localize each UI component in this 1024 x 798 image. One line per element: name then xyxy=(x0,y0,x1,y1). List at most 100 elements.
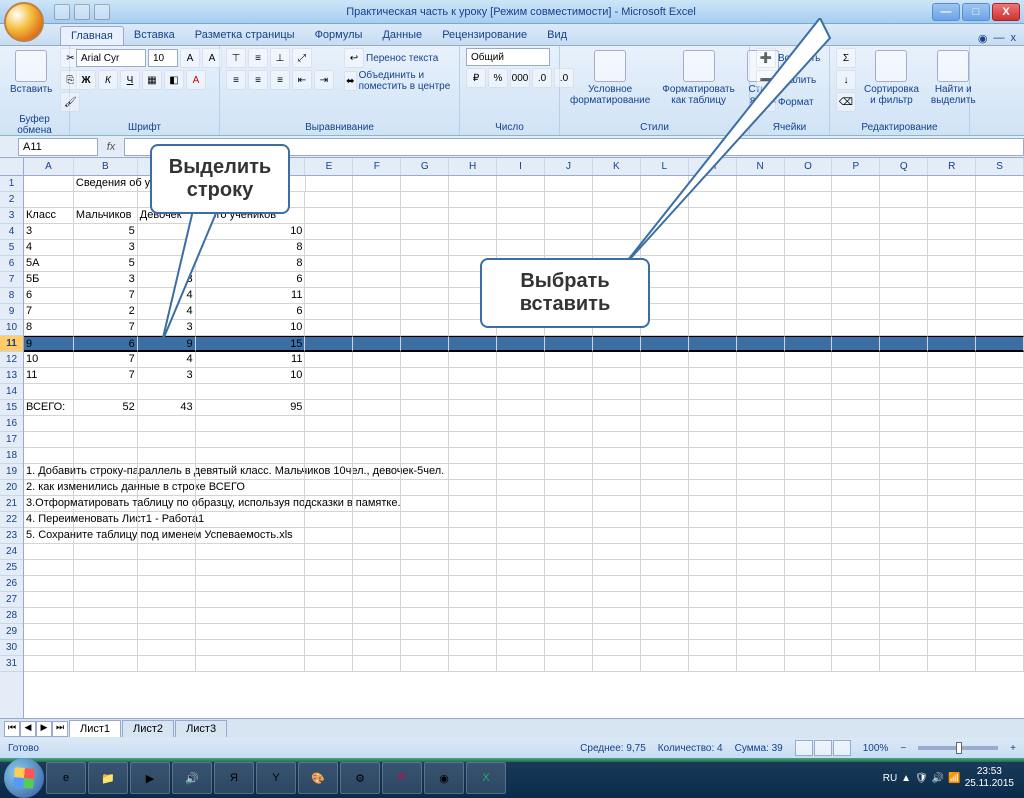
increase-decimal-icon[interactable]: .0 xyxy=(532,68,552,88)
align-left-icon[interactable]: ≡ xyxy=(226,70,246,90)
row-header[interactable]: 30 xyxy=(0,640,23,656)
cell[interactable] xyxy=(401,448,449,464)
start-button[interactable] xyxy=(4,758,44,798)
cell[interactable] xyxy=(976,416,1024,432)
cell[interactable] xyxy=(928,336,976,352)
cell[interactable] xyxy=(401,224,449,240)
font-color-icon[interactable]: A xyxy=(186,70,206,90)
cell[interactable] xyxy=(74,640,138,656)
row-header[interactable]: 26 xyxy=(0,576,23,592)
cell[interactable] xyxy=(305,208,353,224)
cell[interactable] xyxy=(24,432,74,448)
cell[interactable] xyxy=(785,576,833,592)
cell[interactable] xyxy=(832,640,880,656)
cell[interactable] xyxy=(353,576,401,592)
cell[interactable] xyxy=(353,432,401,448)
cell[interactable] xyxy=(138,480,196,496)
cell[interactable] xyxy=(305,368,353,384)
cell[interactable] xyxy=(785,608,833,624)
cell[interactable]: 9 xyxy=(24,336,74,352)
window-close-icon[interactable]: x xyxy=(1011,32,1017,45)
cell[interactable] xyxy=(545,544,593,560)
cell[interactable] xyxy=(353,208,401,224)
cell[interactable] xyxy=(928,544,976,560)
cell[interactable] xyxy=(928,320,976,336)
cell[interactable] xyxy=(353,496,401,512)
align-right-icon[interactable]: ≡ xyxy=(270,70,290,90)
cell[interactable] xyxy=(689,528,737,544)
cell[interactable] xyxy=(737,352,785,368)
cell[interactable] xyxy=(497,656,545,672)
cell[interactable] xyxy=(832,352,880,368)
row-header[interactable]: 19 xyxy=(0,464,23,480)
cell[interactable]: Сведения об учениках, xyxy=(74,176,138,192)
cell[interactable] xyxy=(928,224,976,240)
cell[interactable] xyxy=(785,432,833,448)
row-header[interactable]: 1 xyxy=(0,176,23,192)
align-top-icon[interactable]: ⊤ xyxy=(226,48,246,68)
cell[interactable] xyxy=(449,352,497,368)
fx-icon[interactable]: fx xyxy=(102,138,120,156)
cell[interactable] xyxy=(880,224,928,240)
indent-dec-icon[interactable]: ⇤ xyxy=(292,70,312,90)
cell[interactable] xyxy=(353,272,401,288)
cell[interactable] xyxy=(305,400,353,416)
tab-Рецензирование[interactable]: Рецензирование xyxy=(432,26,537,45)
cell[interactable]: 7 xyxy=(74,352,138,368)
cell[interactable] xyxy=(138,656,196,672)
cell[interactable] xyxy=(305,464,353,480)
cell[interactable] xyxy=(880,416,928,432)
currency-icon[interactable]: ₽ xyxy=(466,68,486,88)
cell[interactable] xyxy=(880,272,928,288)
cell[interactable] xyxy=(401,384,449,400)
cell[interactable] xyxy=(449,176,497,192)
cell[interactable] xyxy=(689,576,737,592)
cell[interactable] xyxy=(449,400,497,416)
cell[interactable] xyxy=(689,368,737,384)
fill-color-icon[interactable]: ◧ xyxy=(164,70,184,90)
cell[interactable] xyxy=(976,624,1024,640)
cell[interactable] xyxy=(928,560,976,576)
cell[interactable] xyxy=(449,640,497,656)
cell[interactable] xyxy=(353,384,401,400)
cell[interactable] xyxy=(928,464,976,480)
cell[interactable] xyxy=(24,640,74,656)
cell[interactable] xyxy=(305,288,353,304)
cell[interactable] xyxy=(545,240,593,256)
cell[interactable] xyxy=(196,576,306,592)
cell[interactable] xyxy=(976,608,1024,624)
cell[interactable] xyxy=(880,384,928,400)
cell[interactable] xyxy=(449,336,497,352)
cell[interactable] xyxy=(832,448,880,464)
cell[interactable]: 2. как изменились данные в строке ВСЕГО xyxy=(24,480,74,496)
cell[interactable] xyxy=(74,464,138,480)
cell[interactable] xyxy=(928,640,976,656)
align-center-icon[interactable]: ≡ xyxy=(248,70,268,90)
column-header[interactable]: I xyxy=(497,158,545,175)
cell[interactable] xyxy=(353,320,401,336)
cell[interactable] xyxy=(976,432,1024,448)
cell[interactable] xyxy=(689,448,737,464)
cell[interactable] xyxy=(305,656,353,672)
cell[interactable] xyxy=(305,224,353,240)
cell[interactable] xyxy=(785,368,833,384)
cell[interactable] xyxy=(880,480,928,496)
cell[interactable] xyxy=(497,544,545,560)
cell[interactable]: 7 xyxy=(24,304,74,320)
row-header[interactable]: 12 xyxy=(0,352,23,368)
cell[interactable] xyxy=(880,192,928,208)
cell[interactable] xyxy=(449,480,497,496)
cell[interactable] xyxy=(593,496,641,512)
cell[interactable]: 43 xyxy=(138,400,196,416)
cell[interactable] xyxy=(401,496,449,512)
cell[interactable] xyxy=(785,656,833,672)
cell[interactable]: 6 xyxy=(24,288,74,304)
cell[interactable] xyxy=(196,640,306,656)
cell[interactable] xyxy=(737,464,785,480)
cell[interactable] xyxy=(24,592,74,608)
tray-up-icon[interactable]: ▲ xyxy=(901,773,911,784)
cell[interactable]: 2 xyxy=(74,304,138,320)
cell[interactable] xyxy=(737,608,785,624)
cell[interactable] xyxy=(196,560,306,576)
cell[interactable] xyxy=(641,608,689,624)
